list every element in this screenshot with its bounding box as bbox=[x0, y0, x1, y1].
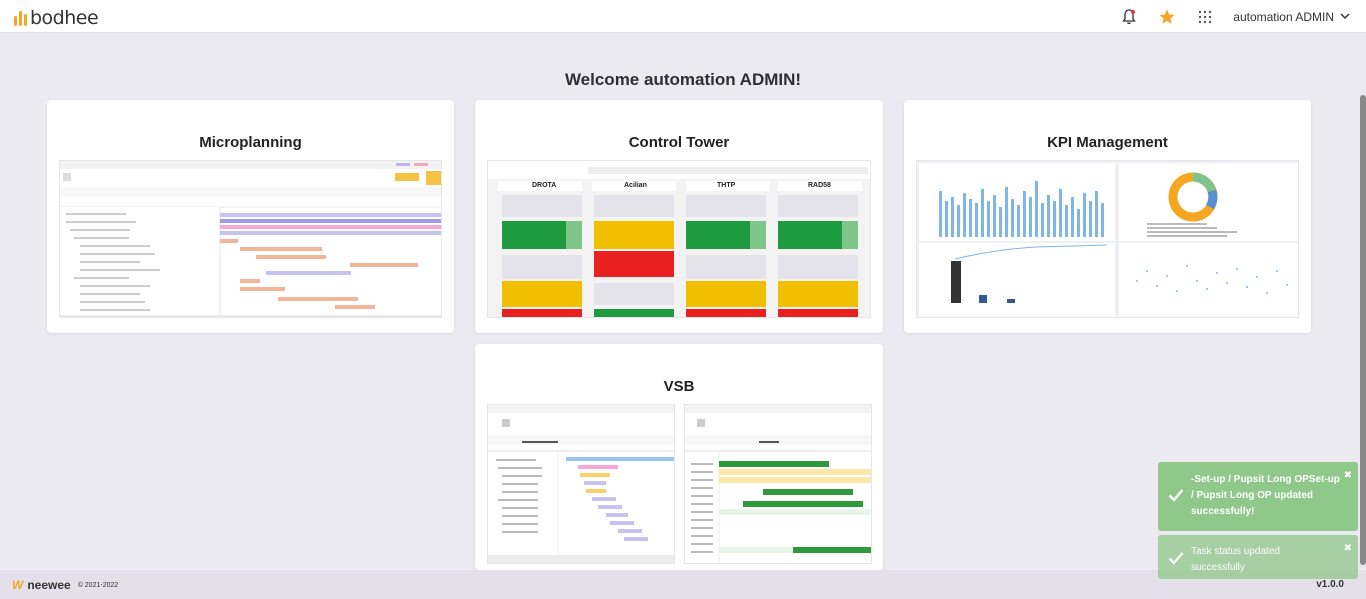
notification-bell-icon[interactable] bbox=[1119, 7, 1139, 27]
page-scrollbar[interactable] bbox=[1360, 95, 1366, 565]
bodhee-logo[interactable]: bodhee bbox=[14, 7, 99, 29]
check-icon bbox=[1168, 489, 1184, 502]
toast-success[interactable]: -Set-up / Pupsit Long OPSet-up / Pupsit … bbox=[1158, 462, 1358, 531]
kpi-management-preview-image bbox=[916, 160, 1299, 318]
toast-message: -Set-up / Pupsit Long OPSet-up / Pupsit … bbox=[1191, 474, 1340, 517]
vsb-preview-image-left bbox=[487, 404, 675, 564]
control-tower-preview-image: DROTA Acilian THTP RAD58 bbox=[487, 160, 871, 318]
logo-mark-icon bbox=[14, 10, 27, 26]
footer-brand: neewee bbox=[27, 578, 71, 592]
welcome-heading: Welcome automation ADMIN! bbox=[564, 70, 802, 89]
card-kpi-management[interactable]: KPI Management bbox=[904, 100, 1311, 333]
preview-column-label: THTP bbox=[717, 182, 736, 189]
toast-message: Task status updated successfully bbox=[1191, 546, 1280, 573]
favorites-star-icon[interactable] bbox=[1157, 7, 1177, 27]
user-name: automation ADMIN bbox=[1233, 9, 1334, 24]
top-bar: bodhee automation ADMIN bbox=[0, 0, 1366, 33]
copyright-text: © 2021-2022 bbox=[77, 581, 119, 589]
card-control-tower[interactable]: Control Tower DROTA Acilian THTP RAD58 bbox=[475, 100, 883, 333]
card-title: Microplanning bbox=[199, 134, 302, 151]
apps-grid-icon[interactable] bbox=[1195, 7, 1215, 27]
preview-column-label: Acilian bbox=[624, 182, 647, 189]
vsb-preview-image-right bbox=[684, 404, 872, 564]
card-microplanning[interactable]: Microplanning bbox=[47, 100, 454, 333]
version-label: v1.0.0 bbox=[1316, 579, 1344, 590]
card-title: Control Tower bbox=[628, 134, 730, 151]
microplanning-preview-image bbox=[59, 160, 442, 318]
neewee-logo: W neewee © 2021-2022 bbox=[12, 578, 118, 592]
toast-success[interactable]: Task status updated successfully ✖ bbox=[1158, 535, 1358, 579]
card-title: KPI Management bbox=[1047, 134, 1168, 151]
logo-text: bodhee bbox=[30, 7, 99, 29]
close-icon[interactable]: ✖ bbox=[1344, 470, 1352, 481]
user-menu[interactable]: automation ADMIN bbox=[1233, 10, 1350, 24]
card-vsb[interactable]: VSB bbox=[475, 344, 883, 570]
chevron-down-icon bbox=[1340, 13, 1350, 20]
preview-column-label: RAD58 bbox=[808, 182, 831, 189]
check-icon bbox=[1168, 552, 1184, 565]
preview-column-label: DROTA bbox=[532, 182, 557, 189]
card-title: VSB bbox=[663, 378, 695, 395]
neewee-logo-icon: W bbox=[12, 578, 24, 592]
close-icon[interactable]: ✖ bbox=[1344, 543, 1352, 554]
